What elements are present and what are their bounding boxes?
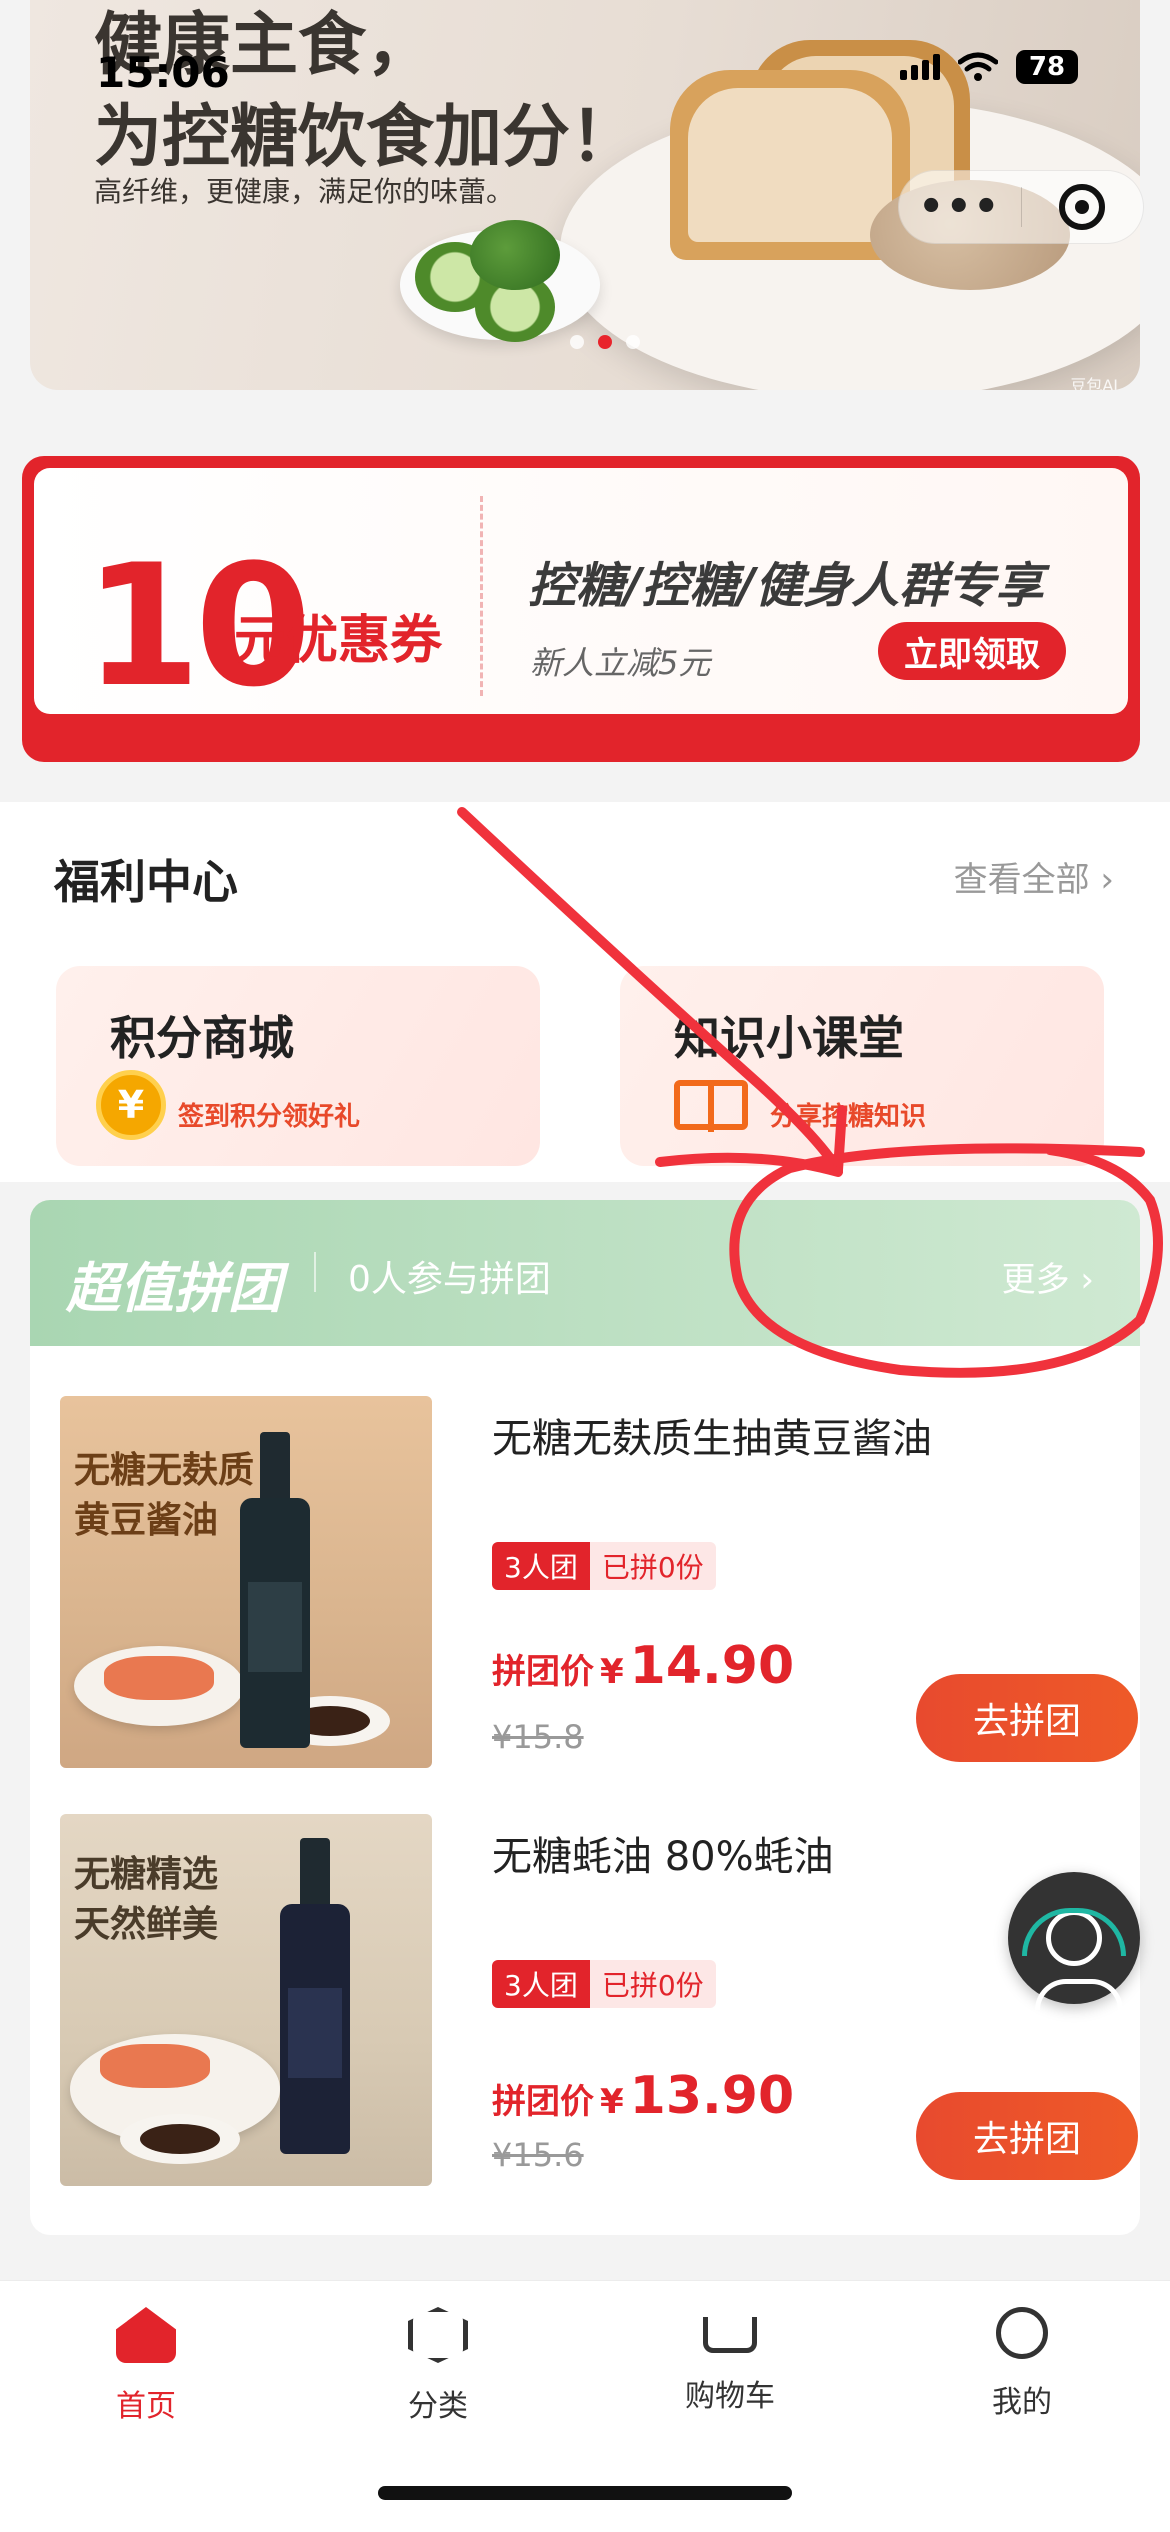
tab-label: 首页 bbox=[116, 2389, 176, 2424]
tab-label: 购物车 bbox=[685, 2379, 775, 2414]
group-price: 拼团价 ¥ 14.90 bbox=[492, 1636, 794, 1696]
group-buy-divider bbox=[314, 1252, 316, 1292]
tab-label: 我的 bbox=[992, 2385, 1052, 2420]
banner-watermark: 豆包AI bbox=[1070, 376, 1118, 390]
product-image[interactable]: 无糖精选 天然鲜美 bbox=[60, 1814, 432, 2186]
group-size-tag: 3人团 已拼0份 bbox=[492, 1960, 716, 2008]
product-name[interactable]: 无糖蚝油 80%蚝油 bbox=[492, 1824, 834, 1882]
group-price: 拼团价 ¥ 13.90 bbox=[492, 2066, 794, 2126]
group-size: 3人团 bbox=[492, 1542, 590, 1590]
carousel-dot[interactable] bbox=[626, 335, 640, 349]
group-buy-more-link[interactable]: 更多 › bbox=[1002, 1252, 1094, 1301]
price-label: 拼团价 bbox=[492, 1652, 594, 1692]
view-all-link[interactable]: 查看全部 › bbox=[954, 852, 1114, 901]
product-card[interactable]: 无糖精选 天然鲜美 无糖蚝油 80%蚝油 3人团 已拼0份 拼团价 ¥ 13.9… bbox=[60, 1814, 1138, 2188]
welfare-title: 福利中心 bbox=[54, 855, 238, 909]
knowledge-class-card[interactable]: 知识小课堂 分享控糖知识 bbox=[620, 966, 1104, 1166]
status-icons: 78 bbox=[900, 50, 1078, 84]
coupon-subtitle: 新人立减5元 bbox=[530, 644, 711, 682]
group-buy-section: 超值拼团 0人参与拼团 更多 › 无糖无麸质 黄豆酱油 无糖无麸质生抽黄豆酱油 … bbox=[30, 1200, 1140, 2235]
home-icon bbox=[116, 2307, 176, 2363]
joined-count: 已拼0份 bbox=[589, 1542, 716, 1590]
coupon-unit: 元优惠券 bbox=[234, 611, 443, 671]
category-icon bbox=[408, 2307, 468, 2363]
carousel-dot-active[interactable] bbox=[598, 335, 612, 349]
knowledge-class-title: 知识小课堂 bbox=[674, 1011, 904, 1065]
banner-subtitle: 高纤维，更健康，满足你的味蕾。 bbox=[94, 175, 515, 208]
product-name[interactable]: 无糖无麸质生抽黄豆酱油 bbox=[492, 1406, 932, 1464]
coupon-card[interactable]: 10 元优惠券 控糖/控糖/健身人群专享 新人立减5元 立即领取 bbox=[22, 456, 1140, 762]
price-label: 拼团价 bbox=[492, 2082, 594, 2122]
sauce-dish-image bbox=[120, 2114, 240, 2164]
miniprogram-capsule: ••• bbox=[898, 170, 1144, 244]
tab-cart[interactable]: 购物车 bbox=[630, 2307, 830, 2415]
cart-icon bbox=[703, 2317, 757, 2353]
tab-label: 分类 bbox=[408, 2389, 468, 2424]
currency-symbol: ¥ bbox=[600, 1652, 624, 1692]
welfare-center: 福利中心 查看全部 › 积分商城 ¥ 签到积分领好礼 知识小课堂 分享控糖知识 bbox=[0, 802, 1170, 1182]
original-price: ¥15.8 bbox=[492, 1718, 584, 1756]
price-value: 14.90 bbox=[629, 1636, 795, 1696]
carousel-dot[interactable] bbox=[570, 335, 584, 349]
cellular-signal-icon bbox=[900, 54, 940, 80]
currency-symbol: ¥ bbox=[600, 2082, 624, 2122]
wifi-icon bbox=[958, 52, 998, 81]
join-group-button[interactable]: 去拼团 bbox=[916, 2092, 1138, 2180]
oyster-sauce-bottle-image bbox=[280, 1838, 350, 2158]
points-mall-subtitle: 签到积分领好礼 bbox=[178, 1102, 361, 1132]
profile-icon bbox=[996, 2307, 1048, 2359]
target-icon bbox=[1059, 184, 1106, 230]
group-buy-header: 超值拼团 0人参与拼团 更多 › bbox=[30, 1200, 1140, 1346]
tab-profile[interactable]: 我的 bbox=[922, 2307, 1122, 2421]
tab-home[interactable]: 首页 bbox=[46, 2307, 246, 2425]
join-group-button[interactable]: 去拼团 bbox=[916, 1674, 1138, 1762]
product-card[interactable]: 无糖无麸质 黄豆酱油 无糖无麸质生抽黄豆酱油 3人团 已拼0份 拼团价 ¥ 14… bbox=[60, 1396, 1138, 1770]
status-time: 15:06 bbox=[96, 48, 230, 97]
carousel-dots[interactable] bbox=[570, 335, 640, 349]
knowledge-class-subtitle: 分享控糖知识 bbox=[770, 1102, 927, 1132]
points-mall-card[interactable]: 积分商城 ¥ 签到积分领好礼 bbox=[56, 966, 540, 1166]
original-price: ¥15.6 bbox=[492, 2136, 584, 2174]
group-buy-count: 0人参与拼团 bbox=[348, 1259, 551, 1300]
broccoli-image bbox=[470, 220, 560, 290]
battery-indicator: 78 bbox=[1016, 50, 1078, 84]
group-buy-title: 超值拼团 bbox=[66, 1257, 282, 1320]
salmon-dish-image bbox=[74, 1646, 244, 1726]
price-value: 13.90 bbox=[629, 2066, 795, 2126]
tab-category[interactable]: 分类 bbox=[338, 2307, 538, 2425]
coupon-inner: 10 元优惠券 控糖/控糖/健身人群专享 新人立减5元 立即领取 bbox=[34, 468, 1128, 724]
more-options-icon[interactable]: ••• bbox=[899, 184, 1021, 230]
coupon-title: 控糖/控糖/健身人群专享 bbox=[528, 558, 1044, 614]
claim-coupon-button[interactable]: 立即领取 bbox=[878, 622, 1066, 680]
product-image-caption: 无糖无麸质 黄豆酱油 bbox=[74, 1450, 255, 1541]
close-miniprogram-button[interactable] bbox=[1022, 184, 1144, 230]
coin-icon: ¥ bbox=[96, 1070, 166, 1140]
coupon-divider bbox=[480, 496, 483, 696]
group-size: 3人团 bbox=[492, 1960, 590, 2008]
group-size-tag: 3人团 已拼0份 bbox=[492, 1542, 716, 1590]
book-icon bbox=[674, 1080, 748, 1132]
points-mall-title: 积分商城 bbox=[110, 1011, 294, 1065]
product-image[interactable]: 无糖无麸质 黄豆酱油 bbox=[60, 1396, 432, 1768]
home-indicator bbox=[378, 2486, 792, 2500]
product-image-caption: 无糖精选 天然鲜美 bbox=[74, 1854, 219, 1945]
soy-sauce-bottle-image bbox=[240, 1432, 310, 1752]
joined-count: 已拼0份 bbox=[589, 1960, 716, 2008]
